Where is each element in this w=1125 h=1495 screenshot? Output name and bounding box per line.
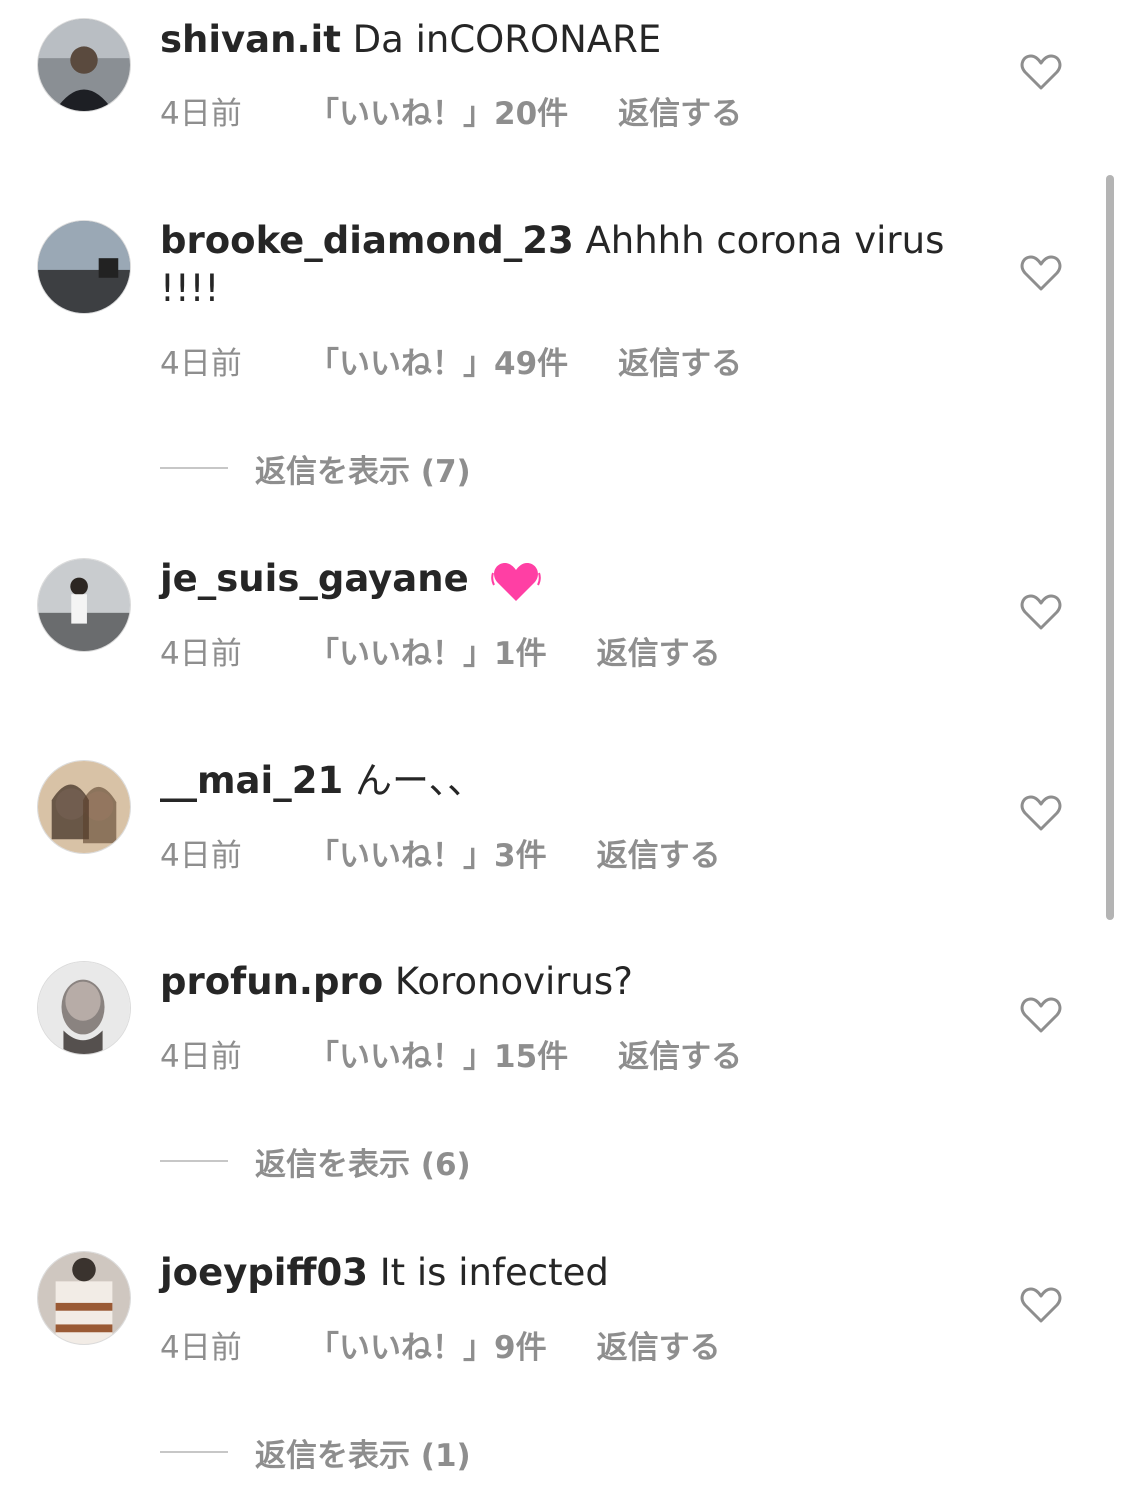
- comment-body: Koronovirus?: [394, 960, 633, 1003]
- comment-text: __mai_21 んー、、: [160, 757, 960, 805]
- timestamp: 4日前: [160, 346, 242, 382]
- reply-button[interactable]: 返信する: [597, 1322, 721, 1367]
- comment-text: profun.pro Koronovirus?: [160, 958, 960, 1006]
- comment-meta: 4日前 「いいね！」49件 返信する: [160, 338, 742, 383]
- view-replies-label: 返信を表示 (6): [255, 1146, 471, 1183]
- heart-icon[interactable]: [1020, 996, 1062, 1034]
- username[interactable]: profun.pro: [160, 960, 383, 1003]
- divider-line: [160, 1160, 228, 1162]
- avatar[interactable]: [37, 558, 131, 652]
- comment-text: je_suis_gayane: [160, 555, 960, 605]
- heart-icon[interactable]: [1020, 794, 1062, 832]
- comment-text: joeypiff03 It is infected: [160, 1249, 960, 1297]
- avatar[interactable]: [37, 760, 131, 854]
- comment-body: It is infected: [379, 1251, 609, 1294]
- view-replies-label: 返信を表示 (7): [255, 453, 471, 490]
- comment-meta: 4日前 「いいね！」20件 返信する: [160, 88, 742, 133]
- timestamp: 4日前: [160, 1330, 242, 1366]
- likes-count[interactable]: 「いいね！」15件: [308, 1031, 568, 1076]
- likes-count[interactable]: 「いいね！」9件: [308, 1322, 547, 1367]
- view-replies-button[interactable]: 返信を表示 (7): [160, 448, 471, 490]
- timestamp: 4日前: [160, 838, 242, 874]
- divider-line: [160, 1451, 228, 1453]
- divider-line: [160, 467, 228, 469]
- timestamp: 4日前: [160, 636, 242, 672]
- timestamp: 4日前: [160, 1039, 242, 1075]
- username[interactable]: je_suis_gayane: [160, 557, 469, 600]
- comment-body: Da inCORONARE: [352, 18, 662, 61]
- username[interactable]: brooke_diamond_23: [160, 219, 574, 262]
- heart-icon[interactable]: [1020, 254, 1062, 292]
- username[interactable]: __mai_21: [160, 759, 343, 802]
- avatar[interactable]: [37, 961, 131, 1055]
- view-replies-button[interactable]: 返信を表示 (1): [160, 1432, 471, 1474]
- likes-count[interactable]: 「いいね！」20件: [308, 88, 568, 133]
- heart-icon[interactable]: [1020, 593, 1062, 631]
- heart-icon[interactable]: [1020, 53, 1062, 91]
- reply-button[interactable]: 返信する: [618, 88, 742, 133]
- username[interactable]: shivan.it: [160, 18, 341, 61]
- comment-meta: 4日前 「いいね！」9件 返信する: [160, 1322, 721, 1367]
- beating-heart-icon: [491, 562, 542, 601]
- avatar[interactable]: [37, 18, 131, 112]
- likes-count[interactable]: 「いいね！」49件: [308, 338, 568, 383]
- likes-count[interactable]: 「いいね！」3件: [308, 830, 547, 875]
- avatar[interactable]: [37, 220, 131, 314]
- username[interactable]: joeypiff03: [160, 1251, 368, 1294]
- reply-button[interactable]: 返信する: [597, 830, 721, 875]
- timestamp: 4日前: [160, 96, 242, 132]
- view-replies-button[interactable]: 返信を表示 (6): [160, 1141, 471, 1183]
- reply-button[interactable]: 返信する: [597, 628, 721, 673]
- view-replies-label: 返信を表示 (1): [255, 1437, 471, 1474]
- comment-meta: 4日前 「いいね！」3件 返信する: [160, 830, 721, 875]
- scrollbar[interactable]: [1106, 175, 1114, 920]
- likes-count[interactable]: 「いいね！」1件: [308, 628, 547, 673]
- heart-icon[interactable]: [1020, 1286, 1062, 1324]
- comment-meta: 4日前 「いいね！」15件 返信する: [160, 1031, 742, 1076]
- avatar[interactable]: [37, 1251, 131, 1345]
- reply-button[interactable]: 返信する: [618, 1031, 742, 1076]
- comment-body: んー、、: [354, 759, 485, 802]
- comment-text: shivan.it Da inCORONARE: [160, 16, 960, 64]
- comment-text: brooke_diamond_23 Ahhhh corona virus !!!…: [160, 217, 960, 313]
- reply-button[interactable]: 返信する: [618, 338, 742, 383]
- comment-meta: 4日前 「いいね！」1件 返信する: [160, 628, 721, 673]
